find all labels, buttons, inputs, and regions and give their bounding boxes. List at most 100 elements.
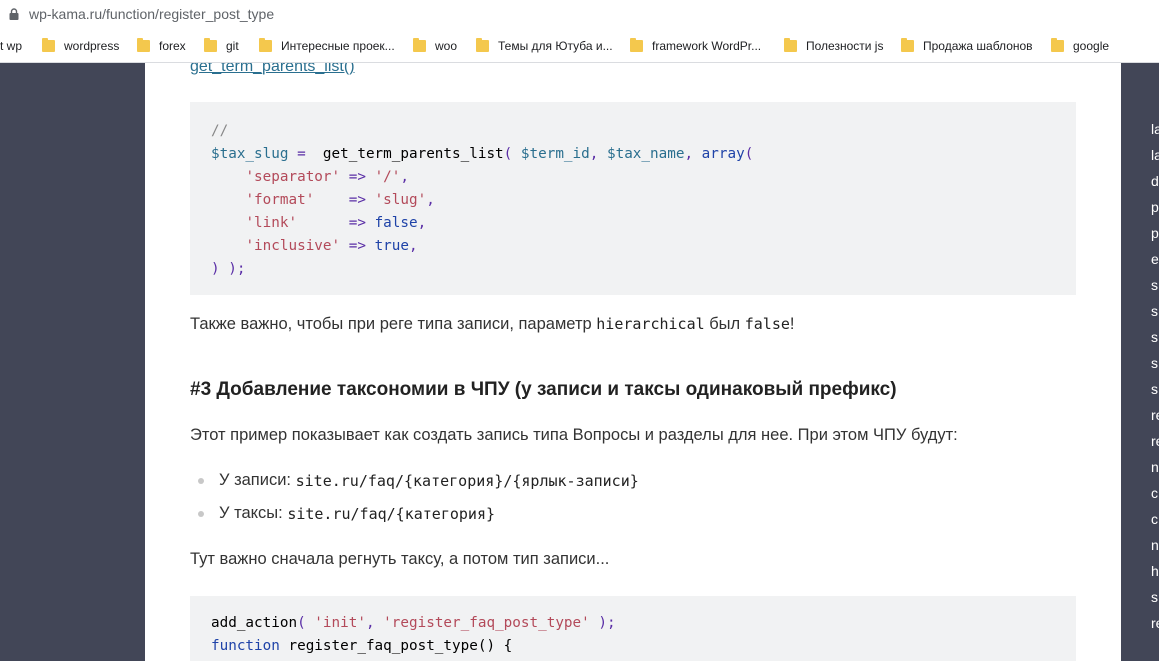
- code-variable: $tax_name: [606, 146, 685, 162]
- code-function: register_faq_post_type() {: [279, 638, 513, 654]
- list-item-label: У таксы:: [219, 504, 283, 522]
- sidebar-item[interactable]: s: [1151, 303, 1158, 319]
- sidebar-item[interactable]: e: [1151, 251, 1159, 267]
- code-operator: ,: [684, 146, 702, 162]
- code-string: 'separator': [245, 169, 341, 185]
- bookmark-label: Темы для Ютуба и...: [498, 39, 613, 53]
- code-keyword: function: [211, 638, 280, 654]
- sidebar-item[interactable]: p: [1151, 199, 1159, 215]
- code-operator: =>: [348, 169, 366, 185]
- code-block: add_action( 'init', 'register_faq_post_t…: [190, 596, 1076, 661]
- code-variable: $term_id: [520, 146, 590, 162]
- sidebar-item[interactable]: c: [1151, 511, 1158, 527]
- paragraph-text: Также важно, чтобы при реге типа записи,…: [190, 315, 597, 333]
- sidebar-item[interactable]: re: [1151, 433, 1159, 449]
- code-line: add_action( 'init', 'register_faq_post_t…: [211, 612, 1076, 635]
- folder-icon: [784, 38, 797, 52]
- code-operator: (: [503, 146, 521, 162]
- sidebar-item[interactable]: re: [1151, 615, 1159, 631]
- code-variable: $tax_slug: [211, 146, 289, 162]
- code-line: 'format' => 'slug',: [211, 189, 1076, 212]
- bookmark-folder[interactable]: google: [1051, 38, 1109, 54]
- bookmark-label: t wp: [0, 39, 23, 53]
- sidebar: la la d p p e s s s s s re re n c c n h …: [1121, 63, 1159, 661]
- folder-icon: [413, 38, 426, 52]
- bookmark-item[interactable]: t wp: [0, 38, 22, 54]
- bookmark-folder[interactable]: woo: [413, 38, 457, 54]
- bookmark-label: forex: [159, 39, 186, 53]
- code-function: add_action: [211, 615, 298, 631]
- code-operator: (: [297, 615, 315, 631]
- url-text[interactable]: wp-kama.ru/function/register_post_type: [29, 6, 274, 22]
- bookmark-label: Продажа шаблонов: [923, 39, 1033, 53]
- code-operator: );: [589, 615, 616, 631]
- bookmark-folder[interactable]: wordpress: [42, 38, 119, 54]
- sidebar-item[interactable]: d: [1151, 173, 1159, 189]
- code-string: '/': [374, 169, 401, 185]
- code-keyword: array: [701, 146, 745, 162]
- address-bar[interactable]: wp-kama.ru/function/register_post_type: [0, 0, 1159, 30]
- section-heading: #3 Добавление таксономии в ЧПУ (у записи…: [190, 379, 897, 400]
- sidebar-item[interactable]: s: [1151, 277, 1158, 293]
- folder-icon: [901, 38, 914, 52]
- sidebar-item[interactable]: s: [1151, 355, 1158, 371]
- bookmarks-bar: t wp wordpress forex git Интересные прое…: [0, 30, 1159, 63]
- bullet-icon: [198, 510, 204, 517]
- bookmark-folder[interactable]: Интересные проек...: [259, 38, 395, 54]
- folder-icon: [630, 38, 643, 52]
- folder-icon: [476, 38, 489, 52]
- sidebar-item[interactable]: la: [1151, 121, 1159, 137]
- code-string: 'link': [245, 215, 298, 231]
- sidebar-item[interactable]: c: [1151, 485, 1158, 501]
- sidebar-item[interactable]: s: [1151, 381, 1158, 397]
- folder-icon: [204, 38, 217, 52]
- code-line: $tax_slug = get_term_parents_list( $term…: [211, 143, 1076, 166]
- bullet-icon: [198, 477, 204, 484]
- sidebar-item[interactable]: n: [1151, 459, 1159, 475]
- code-keyword: false: [374, 215, 418, 231]
- code-operator: =>: [348, 215, 366, 231]
- bookmark-folder[interactable]: Продажа шаблонов: [901, 38, 1033, 54]
- sidebar-item[interactable]: p: [1151, 225, 1159, 241]
- bookmark-folder[interactable]: forex: [137, 38, 186, 54]
- page-viewport[interactable]: get_term_parents_list() // $tax_slug = g…: [0, 63, 1159, 661]
- bookmark-folder[interactable]: git: [204, 38, 239, 54]
- sidebar-item[interactable]: la: [1151, 147, 1159, 163]
- sidebar-item[interactable]: re: [1151, 407, 1159, 423]
- code-line: ) );: [211, 261, 246, 277]
- bookmark-folder[interactable]: Темы для Ютуба и...: [476, 38, 613, 54]
- bookmark-folder[interactable]: framework WordPr...: [630, 38, 761, 54]
- bookmark-folder[interactable]: Полезности js: [784, 38, 883, 54]
- article-content: get_term_parents_list() // $tax_slug = g…: [145, 63, 1121, 661]
- code-operator: =>: [348, 192, 366, 208]
- sidebar-item[interactable]: s: [1151, 329, 1158, 345]
- code-line: 'inclusive' => true,: [211, 235, 1076, 258]
- paragraph-text: !: [789, 315, 795, 333]
- inline-code: site.ru/faq/{категория}/{ярлык-записи}: [295, 471, 639, 490]
- code-string: 'inclusive': [245, 238, 341, 254]
- bookmark-label: Интересные проек...: [281, 39, 395, 53]
- code-operator: ,: [400, 169, 409, 185]
- code-operator: ,: [365, 615, 384, 631]
- bookmark-label: git: [226, 39, 239, 53]
- code-operator: =: [288, 146, 323, 162]
- code-operator: ,: [426, 192, 435, 208]
- sidebar-item[interactable]: s: [1151, 589, 1158, 605]
- sidebar-item[interactable]: n: [1151, 537, 1159, 553]
- code-operator: ,: [589, 146, 607, 162]
- paragraph: Тут важно сначала регнуть таксу, а потом…: [190, 550, 610, 568]
- folder-icon: [42, 38, 55, 52]
- sidebar-item[interactable]: h: [1151, 563, 1159, 579]
- code-string: 'register_faq_post_type': [383, 615, 590, 631]
- function-link[interactable]: get_term_parents_list(): [190, 63, 355, 76]
- code-operator: =>: [348, 238, 366, 254]
- code-operator: (: [744, 146, 754, 162]
- code-keyword: true: [374, 238, 409, 254]
